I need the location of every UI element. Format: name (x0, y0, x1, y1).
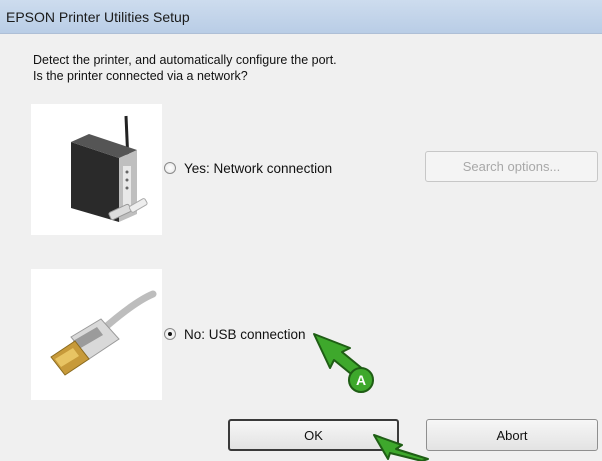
network-printer-icon (71, 115, 148, 222)
network-option-label: Yes: Network connection (184, 160, 333, 176)
network-connection-option[interactable]: Yes: Network connection (164, 159, 332, 177)
instruction-line-1: Detect the printer, and automatically co… (33, 53, 337, 67)
instructions: Detect the printer, and automatically co… (33, 52, 337, 84)
window-title: EPSON Printer Utilities Setup (6, 9, 190, 25)
network-radio-button[interactable] (164, 162, 176, 174)
annotation-arrow-ok (373, 434, 429, 461)
usb-cable-icon (50, 290, 157, 376)
usb-cable-image (31, 269, 162, 400)
usb-connection-option[interactable]: No: USB connection (164, 325, 306, 343)
instruction-line-2: Is the printer connected via a network? (33, 69, 248, 83)
annotation-badge-label: A (356, 372, 366, 388)
title-bar: EPSON Printer Utilities Setup (0, 0, 602, 34)
search-options-button[interactable]: Search options... (425, 151, 598, 182)
usb-radio-button[interactable] (164, 328, 176, 340)
annotation-arrow-a: A (313, 333, 374, 393)
network-printer-image (31, 104, 162, 235)
abort-button[interactable]: Abort (426, 419, 598, 451)
usb-option-label: No: USB connection (184, 326, 306, 342)
